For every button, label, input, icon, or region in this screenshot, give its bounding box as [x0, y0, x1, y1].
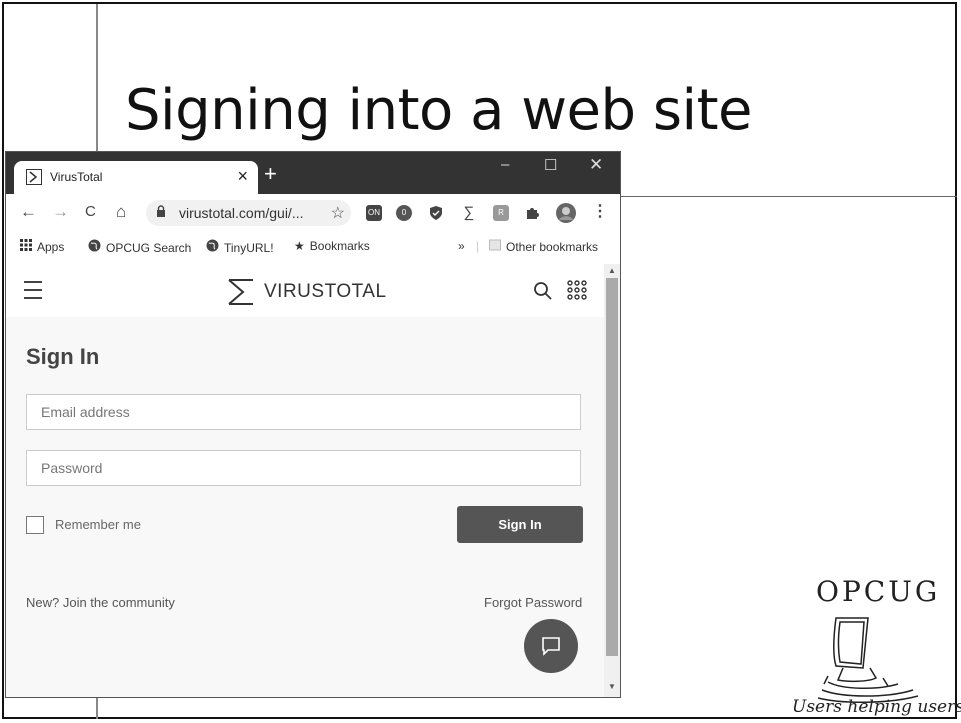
sign-in-button[interactable]: Sign In: [457, 506, 583, 543]
browser-titlebar: VirusTotal × + – ☐ ✕: [6, 152, 620, 194]
forward-arrow-icon[interactable]: →: [52, 202, 69, 222]
bookmark-label: Other bookmarks: [506, 240, 599, 254]
minimize-button[interactable]: –: [501, 156, 509, 173]
forgot-password-link[interactable]: Forgot Password: [484, 595, 582, 610]
home-icon[interactable]: ⌂: [116, 202, 126, 222]
virustotal-logo-icon: [228, 279, 253, 305]
bookmark-label: OPCUG Search: [106, 241, 192, 255]
shield-icon[interactable]: [428, 205, 444, 221]
opcug-tagline: Users helping users: [792, 697, 961, 717]
tab-virustotal[interactable]: VirusTotal ×: [14, 161, 258, 194]
bookmark-label: TinyURL!: [224, 241, 274, 255]
r-extension-icon[interactable]: R: [493, 205, 509, 221]
bookmarks-divider: |: [476, 239, 480, 253]
star-icon: ★: [294, 239, 305, 253]
remember-me-checkbox[interactable]: [26, 516, 44, 534]
search-icon[interactable]: [533, 281, 553, 301]
virustotal-favicon-icon: [26, 169, 42, 185]
bookmark-label: Bookmarks: [309, 239, 370, 253]
shield-badge-icon[interactable]: 0: [396, 205, 412, 221]
browser-window: VirusTotal × + – ☐ ✕ ← → C ⌂ virustotal.…: [6, 152, 620, 697]
signin-heading: Sign In: [26, 344, 100, 369]
slide-horizontal-rule: [620, 196, 957, 197]
close-window-button[interactable]: ✕: [589, 155, 603, 175]
address-bar[interactable]: virustotal.com/gui/... ☆: [146, 200, 351, 226]
back-arrow-icon[interactable]: ←: [20, 202, 37, 222]
scroll-down-icon[interactable]: ▼: [608, 682, 616, 691]
tab-close-icon[interactable]: ×: [237, 166, 248, 187]
bookmarks-bar: Apps OPCUG Search TinyURL! ★ Bookmarks » …: [6, 232, 620, 265]
email-field[interactable]: [26, 394, 581, 430]
url-text: virustotal.com/gui/...: [179, 205, 304, 221]
chat-button[interactable]: [524, 619, 578, 673]
folder-icon: [489, 239, 501, 251]
remember-me-label: Remember me: [55, 517, 141, 532]
globe-icon: [206, 239, 219, 252]
bookmark-apps[interactable]: Apps: [20, 239, 64, 254]
bookmark-apps-label: Apps: [37, 240, 65, 254]
puzzle-icon[interactable]: [524, 205, 540, 221]
chat-bubble-icon: [542, 637, 560, 656]
bookmark-opcug-search[interactable]: OPCUG Search: [88, 239, 191, 255]
site-logo-text: VIRUSTOTAL: [264, 281, 387, 302]
browser-toolbar: ← → C ⌂ virustotal.com/gui/... ☆ ON 0 ∑ …: [6, 194, 620, 232]
bookmark-other[interactable]: Other bookmarks: [489, 239, 598, 254]
apps-grid-icon[interactable]: [567, 280, 587, 300]
browser-menu-icon[interactable]: ⋮: [592, 201, 608, 221]
bookmark-overflow-icon[interactable]: »: [458, 239, 465, 253]
globe-icon: [88, 239, 101, 252]
join-community-link[interactable]: New? Join the community: [26, 595, 175, 610]
bookmark-bookmarks[interactable]: ★ Bookmarks: [294, 239, 370, 253]
scroll-up-icon[interactable]: ▲: [608, 266, 616, 275]
bookmark-tinyurl[interactable]: TinyURL!: [206, 239, 274, 255]
site-header: VIRUSTOTAL: [6, 264, 604, 317]
web-page: VIRUSTOTAL Sign In Remember me Sign In N…: [6, 264, 604, 697]
virustotal-ext-icon[interactable]: ∑: [461, 205, 477, 221]
slide-vertical-rule: [96, 4, 98, 154]
profile-avatar[interactable]: [556, 203, 576, 223]
slide-title: Signing into a web site: [125, 78, 752, 143]
lock-icon: [157, 205, 165, 217]
slide-vertical-rule-bottom: [96, 697, 98, 719]
bookmark-star-icon[interactable]: ☆: [331, 203, 345, 223]
password-field[interactable]: [26, 450, 581, 486]
reload-icon[interactable]: C: [85, 203, 96, 220]
new-tab-button[interactable]: +: [264, 163, 277, 185]
apps-grid-icon: [20, 239, 32, 251]
hamburger-menu-icon[interactable]: [24, 281, 42, 301]
on-extension-icon[interactable]: ON: [366, 205, 382, 221]
scroll-thumb[interactable]: [606, 278, 618, 656]
maximize-button[interactable]: ☐: [544, 156, 557, 174]
page-scrollbar[interactable]: ▲ ▼: [604, 264, 620, 697]
tab-title: VirusTotal: [50, 170, 103, 184]
